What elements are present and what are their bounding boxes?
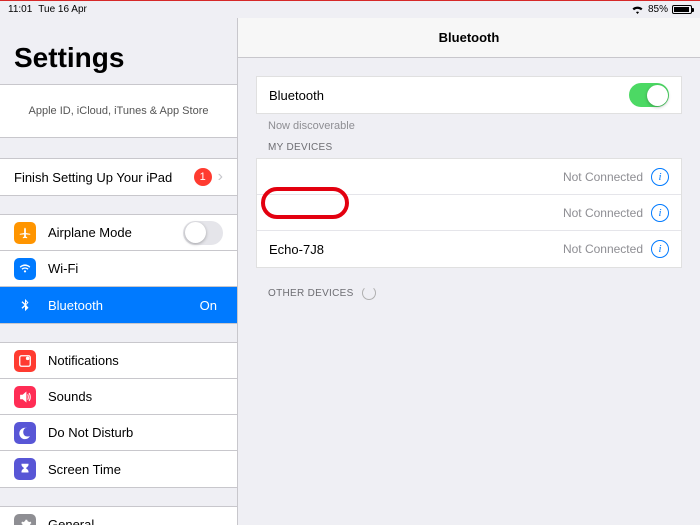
device-status: Not Connected (563, 206, 643, 220)
apple-id-row[interactable]: Apple ID, iCloud, iTunes & App Store (0, 85, 237, 137)
detail-title: Bluetooth (238, 18, 700, 58)
bluetooth-toggle-label: Bluetooth (269, 88, 629, 103)
bluetooth-toggle-row[interactable]: Bluetooth (257, 77, 681, 113)
other-devices-label: OTHER DEVICES (268, 288, 354, 299)
sidebar-item-airplane-mode[interactable]: Airplane Mode (0, 215, 237, 251)
bluetooth-toggle[interactable] (629, 83, 669, 107)
sidebar-item-screen-time[interactable]: Screen Time (0, 451, 237, 487)
info-icon[interactable]: i (651, 240, 669, 258)
device-status: Not Connected (563, 242, 643, 256)
finish-setup-label: Finish Setting Up Your iPad (14, 170, 194, 185)
battery-percent: 85% (648, 4, 668, 15)
sidebar-item-wifi[interactable]: Wi-Fi (0, 251, 237, 287)
sidebar-item-value: On (200, 298, 217, 313)
wifi-icon (14, 258, 36, 280)
sidebar-item-label: Airplane Mode (48, 225, 183, 240)
device-status: Not Connected (563, 170, 643, 184)
settings-title: Settings (0, 18, 237, 84)
status-time: 11:01 (8, 4, 32, 15)
finish-setup-row[interactable]: Finish Setting Up Your iPad 1 › (0, 159, 237, 195)
badge-icon: 1 (194, 168, 212, 186)
sidebar-item-label: Do Not Disturb (48, 425, 223, 440)
discoverable-text: Now discoverable (238, 114, 700, 136)
airplane-toggle[interactable] (183, 221, 223, 245)
airplane-icon (14, 222, 36, 244)
device-name: Echo-7J8 (269, 242, 563, 257)
settings-sidebar: Settings Apple ID, iCloud, iTunes & App … (0, 18, 238, 525)
sidebar-item-sounds[interactable]: Sounds (0, 379, 237, 415)
gear-icon (14, 514, 36, 525)
sidebar-item-label: Notifications (48, 353, 223, 368)
device-row[interactable]: Echo-7J8 Not Connected i (257, 231, 681, 267)
device-row[interactable]: Not Connected i (257, 195, 681, 231)
bluetooth-icon (14, 294, 36, 316)
sidebar-item-label: Screen Time (48, 462, 223, 477)
other-devices-header: OTHER DEVICES (238, 268, 700, 305)
sidebar-item-label: General (48, 517, 223, 525)
status-bar: 11:01 Tue 16 Apr 85% (0, 0, 700, 18)
sidebar-item-label: Bluetooth (48, 298, 200, 313)
status-date: Tue 16 Apr (38, 4, 87, 15)
sidebar-item-general[interactable]: General (0, 507, 237, 525)
sidebar-item-notifications[interactable]: Notifications (0, 343, 237, 379)
battery-icon (672, 5, 692, 14)
info-icon[interactable]: i (651, 204, 669, 222)
sidebar-item-bluetooth[interactable]: Bluetooth On (0, 287, 237, 323)
apple-id-label: Apple ID, iCloud, iTunes & App Store (29, 105, 209, 117)
sidebar-item-dnd[interactable]: Do Not Disturb (0, 415, 237, 451)
spinner-icon (362, 286, 376, 300)
moon-icon (14, 422, 36, 444)
hourglass-icon (14, 458, 36, 480)
sidebar-item-label: Wi-Fi (48, 261, 223, 276)
detail-pane: Bluetooth Bluetooth Now discoverable MY … (238, 18, 700, 525)
info-icon[interactable]: i (651, 168, 669, 186)
notifications-icon (14, 350, 36, 372)
wifi-icon (631, 5, 644, 15)
sounds-icon (14, 386, 36, 408)
sidebar-item-label: Sounds (48, 389, 223, 404)
chevron-right-icon: › (218, 168, 223, 186)
device-row[interactable]: Not Connected i (257, 159, 681, 195)
my-devices-header: MY DEVICES (238, 136, 700, 158)
